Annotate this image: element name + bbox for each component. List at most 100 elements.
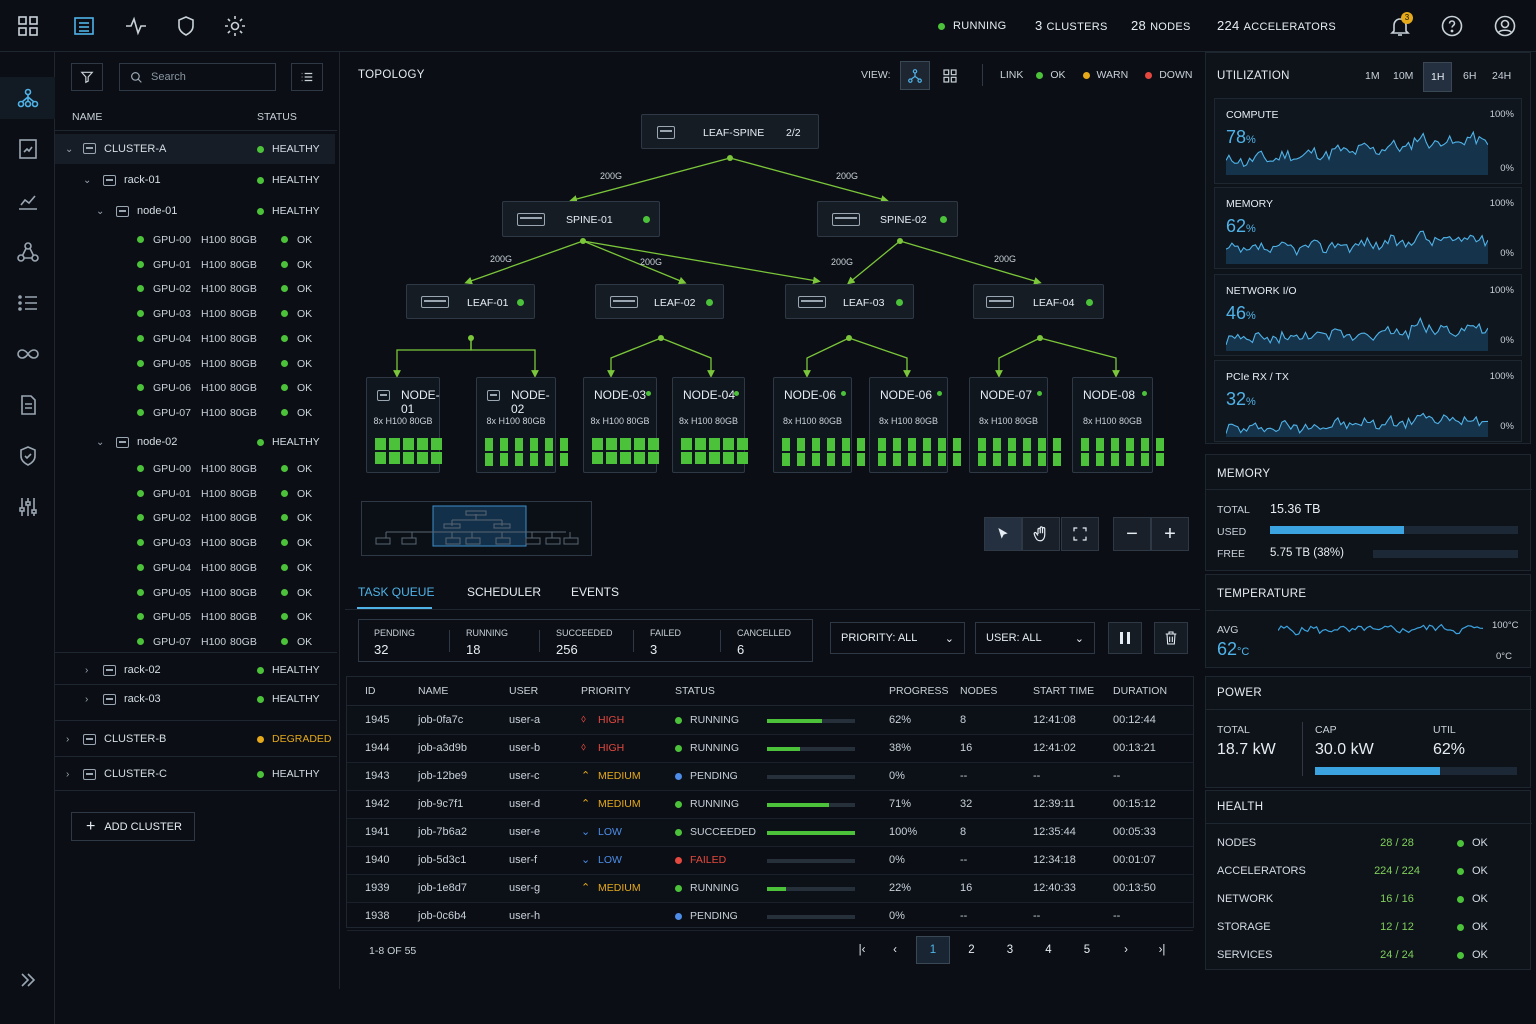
leaf-node[interactable]: LEAF-02 [595, 284, 724, 319]
infinity-icon[interactable] [16, 342, 40, 366]
gpu-row[interactable]: GPU-02 H100 80GB OK [55, 277, 335, 301]
sort-button[interactable] [291, 63, 323, 91]
leaf-node[interactable]: LEAF-04 [973, 284, 1104, 319]
expand-icon[interactable] [16, 968, 40, 992]
table-row[interactable]: 1945 job-0fa7c user-a ⬨ HIGH RUNNING 62% 8 12:41… [347, 707, 1193, 735]
pause-button[interactable] [1108, 622, 1142, 654]
page-button[interactable]: 1 [916, 936, 950, 964]
chevron-right-icon[interactable]: › [66, 769, 69, 780]
chevron-down-icon[interactable]: ⌄ [96, 206, 104, 217]
chart-icon[interactable] [16, 189, 40, 213]
tab-scheduler[interactable]: SCHEDULER [467, 585, 541, 599]
table-row[interactable]: 1944 job-a3d9b user-b ⬨ HIGH RUNNING 38% 16 12:4… [347, 735, 1193, 763]
last-page-button[interactable]: ›| [1145, 936, 1179, 964]
leaf-node[interactable]: LEAF-01 [406, 284, 535, 319]
compute-node[interactable]: NODE-08 8x H100 80GB [1072, 377, 1164, 473]
table-row[interactable]: 1943 job-12be9 user-c ⌃ MEDIUM PENDING 0% -- -- -… [347, 763, 1193, 791]
range-10M[interactable]: 10M [1393, 70, 1413, 82]
user-filter[interactable]: USER: ALL ⌄ [975, 622, 1095, 654]
sliders-icon[interactable] [16, 495, 40, 519]
tree-row-rack-02[interactable]: › rack-02 HEALTHY [55, 656, 335, 684]
chevron-right-icon[interactable]: › [85, 665, 88, 676]
gpu-row[interactable]: GPU-05 H100 80GB OK [55, 605, 335, 629]
zoom-out-button[interactable]: − [1113, 517, 1151, 551]
topology-icon[interactable] [16, 86, 40, 110]
fit-view-button[interactable] [1061, 517, 1099, 551]
gpu-row[interactable]: GPU-04 H100 80GB OK [55, 327, 335, 351]
gpu-row[interactable]: GPU-06 H100 80GB OK [55, 376, 335, 400]
table-row[interactable]: 1942 job-9c7f1 user-d ⌃ MEDIUM RUNNING 71% 32 12… [347, 791, 1193, 819]
leaf-spine-node[interactable]: LEAF-SPINE 2/2 [641, 114, 819, 149]
next-page-button[interactable]: › [1109, 936, 1143, 964]
first-page-button[interactable]: |‹ [845, 936, 879, 964]
list-icon[interactable] [16, 291, 40, 315]
compute-node[interactable]: NODE-06 8x H100 80GB [773, 377, 865, 473]
search-input[interactable]: Search [119, 63, 276, 91]
network-icon[interactable] [16, 240, 40, 264]
tree-row-cluster-a[interactable]: ⌄ CLUSTER-A HEALTHY [55, 134, 335, 164]
help-icon[interactable] [1440, 14, 1464, 38]
document-icon[interactable] [16, 393, 40, 417]
range-1M[interactable]: 1M [1365, 70, 1380, 82]
table-row[interactable]: 1940 job-5d3c1 user-f ⌄ LOW FAILED 0% -- 12:34:1… [347, 847, 1193, 875]
range-1H[interactable]: 1H [1423, 62, 1453, 92]
gpu-row[interactable]: GPU-03 H100 80GB OK [55, 302, 335, 326]
tab-events[interactable]: EVENTS [571, 585, 619, 599]
delete-button[interactable] [1154, 622, 1188, 654]
page-button[interactable]: 2 [955, 936, 989, 964]
tree-row-node-01[interactable]: ⌄ node-01 HEALTHY [55, 197, 335, 225]
chevron-down-icon[interactable]: ⌄ [83, 175, 91, 186]
spine-node[interactable]: SPINE-01 [502, 201, 660, 237]
list-icon[interactable] [72, 14, 96, 38]
chevron-down-icon[interactable]: ⌄ [96, 437, 104, 448]
grid-icon[interactable] [16, 14, 40, 38]
compute-node[interactable]: NODE-06 8x H100 80GB [869, 377, 961, 473]
gpu-row[interactable]: GPU-00 H100 80GB OK [55, 457, 335, 481]
prev-page-button[interactable]: ‹ [878, 936, 912, 964]
minimap[interactable] [361, 501, 592, 556]
table-row[interactable]: 1938 job-0c6b4 user-h PENDING 0% -- -- -- [347, 903, 1193, 931]
gpu-row[interactable]: GPU-01 H100 80GB OK [55, 482, 335, 506]
gpu-row[interactable]: GPU-07 H100 80GB OK [55, 630, 335, 654]
chevron-right-icon[interactable]: › [66, 734, 69, 745]
page-button[interactable]: 5 [1070, 936, 1104, 964]
page-button[interactable]: 4 [1032, 936, 1066, 964]
tree-row-rack-01[interactable]: ⌄ rack-01 HEALTHY [55, 166, 335, 194]
tree-row-cluster-c[interactable]: › CLUSTER-C HEALTHY [55, 760, 335, 788]
tab-task-queue[interactable]: TASK QUEUE [358, 585, 434, 599]
gpu-row[interactable]: GPU-01 H100 80GB OK [55, 253, 335, 277]
gpu-row[interactable]: GPU-00 H100 80GB OK [55, 228, 335, 252]
compute-node[interactable]: NODE-07 8x H100 80GB [969, 377, 1061, 473]
gpu-row[interactable]: GPU-03 H100 80GB OK [55, 531, 335, 555]
gpu-row[interactable]: GPU-07 H100 80GB OK [55, 401, 335, 425]
leaf-node[interactable]: LEAF-03 [785, 284, 914, 319]
compute-node[interactable]: NODE-02 8x H100 80GB [476, 377, 568, 473]
bell-icon[interactable]: 3 [1388, 12, 1413, 38]
compute-node[interactable]: NODE-01 8x H100 80GB [366, 377, 442, 473]
range-24H[interactable]: 24H [1492, 70, 1511, 82]
table-row[interactable]: 1941 job-7b6a2 user-e ⌄ LOW SUCCEEDED 100% 8 12:… [347, 819, 1193, 847]
gpu-row[interactable]: GPU-05 H100 80GB OK [55, 352, 335, 376]
activity-icon[interactable] [124, 14, 148, 38]
report-icon[interactable] [16, 137, 40, 161]
spine-node[interactable]: SPINE-02 [817, 201, 958, 237]
zoom-in-button[interactable]: + [1151, 517, 1189, 551]
table-row[interactable]: 1939 job-1e8d7 user-g ⌃ MEDIUM RUNNING 22% 16 12… [347, 875, 1193, 903]
filter-button[interactable] [71, 63, 103, 91]
security-icon[interactable] [16, 444, 40, 468]
priority-filter[interactable]: PRIORITY: ALL ⌄ [830, 622, 965, 654]
user-icon[interactable] [1493, 14, 1517, 38]
gpu-row[interactable]: GPU-04 H100 80GB OK [55, 556, 335, 580]
select-tool-button[interactable] [984, 517, 1022, 551]
tree-row-cluster-b[interactable]: › CLUSTER-B DEGRADED [55, 725, 335, 753]
page-button[interactable]: 3 [993, 936, 1027, 964]
chevron-right-icon[interactable]: › [85, 694, 88, 705]
gear-icon[interactable] [223, 14, 247, 38]
chevron-down-icon[interactable]: ⌄ [65, 144, 73, 155]
gpu-row[interactable]: GPU-02 H100 80GB OK [55, 506, 335, 530]
shield-icon[interactable] [174, 14, 198, 38]
gpu-row[interactable]: GPU-05 H100 80GB OK [55, 581, 335, 605]
compute-node[interactable]: NODE-04 8x H100 80GB [672, 377, 748, 473]
compute-node[interactable]: NODE-03 8x H100 80GB [583, 377, 659, 473]
range-6H[interactable]: 6H [1463, 70, 1476, 82]
